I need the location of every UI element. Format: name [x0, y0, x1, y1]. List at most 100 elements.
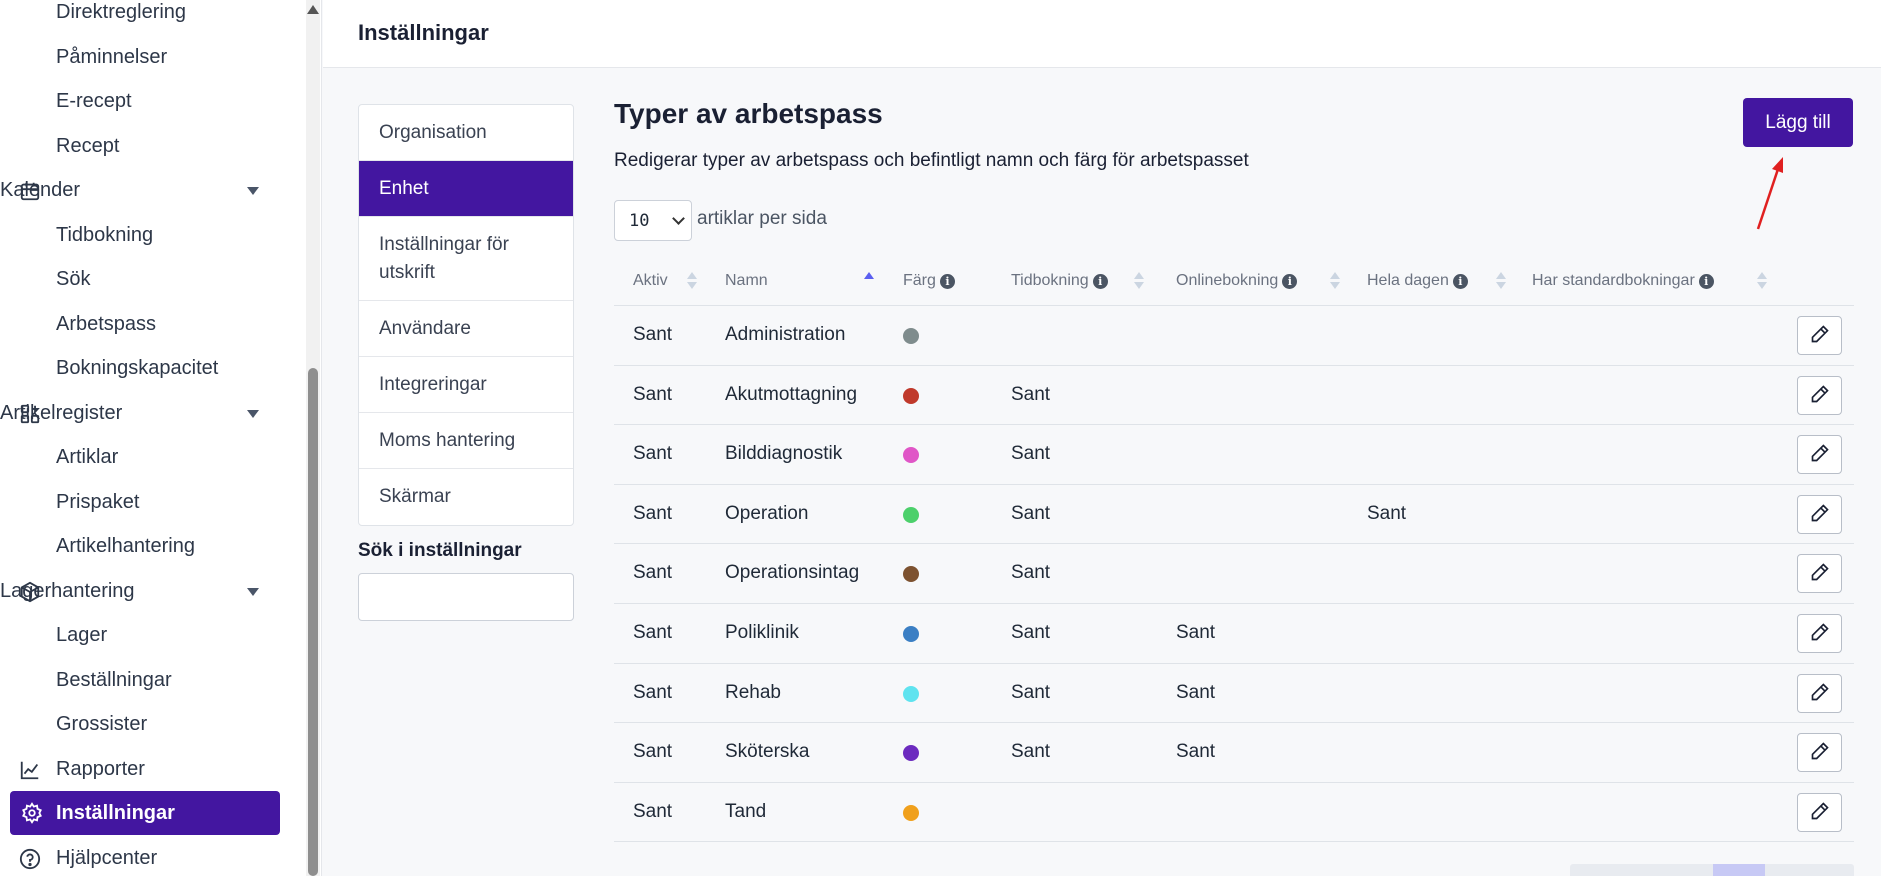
column-header[interactable]: Onlinebokning i: [1176, 272, 1298, 290]
sidebar-item-lagerhantering[interactable]: Lagerhantering: [0, 571, 300, 611]
apps-icon: [18, 402, 42, 426]
settings-search-input[interactable]: [358, 573, 574, 621]
settings-nav-item[interactable]: Organisation: [359, 105, 573, 161]
sidebar-item-hjälpcenter[interactable]: Hjälpcenter: [0, 838, 300, 876]
edit-button[interactable]: [1797, 792, 1842, 832]
sidebar-item-lager[interactable]: Lager: [0, 615, 300, 655]
edit-button[interactable]: [1797, 435, 1842, 475]
table-row: Sant Bilddiagnostik Sant: [614, 425, 1854, 485]
column-header[interactable]: Aktiv: [633, 272, 668, 290]
sort-icon[interactable]: [1496, 270, 1506, 292]
sort-icon[interactable]: [687, 270, 697, 292]
sidebar-item-direktreglering[interactable]: Direktreglering: [0, 0, 300, 32]
scrollbar-up-arrow-icon[interactable]: [306, 2, 320, 16]
sidebar-item-recept[interactable]: Recept: [0, 126, 300, 166]
sidebar-item-grossister[interactable]: Grossister: [0, 704, 300, 744]
table-row: Sant Tand: [614, 783, 1854, 843]
sidebar-item-inställningar[interactable]: Inställningar: [10, 791, 280, 835]
cell-tidbokning: Sant: [1011, 383, 1051, 405]
sidebar-item-tidbokning[interactable]: Tidbokning: [0, 215, 300, 255]
sidebar-item-arbetspass[interactable]: Arbetspass: [0, 304, 300, 344]
column-header[interactable]: Tidbokning i: [1011, 272, 1108, 290]
edit-button[interactable]: [1797, 375, 1842, 415]
color-swatch: [903, 566, 919, 583]
sidebar: Direktreglering Påminnelser E-recept Recept…: [0, 0, 322, 876]
column-header[interactable]: Färg i: [903, 272, 955, 290]
column-header[interactable]: Hela dagen i: [1367, 272, 1468, 290]
column-header[interactable]: Namn: [725, 272, 768, 290]
page-title: Inställningar: [358, 20, 489, 45]
section-title: Typer av arbetspass: [614, 98, 883, 129]
edit-button[interactable]: [1797, 494, 1842, 534]
edit-button[interactable]: [1797, 673, 1842, 713]
chevron-down-icon: [672, 212, 685, 225]
sidebar-item-label: Direktreglering: [56, 0, 187, 23]
settings-nav-label: Organisation: [379, 121, 487, 143]
settings-nav-item[interactable]: Skärmar: [359, 469, 573, 525]
edit-button[interactable]: [1797, 554, 1842, 594]
edit-button[interactable]: [1797, 316, 1842, 355]
info-icon[interactable]: i: [1452, 273, 1468, 289]
pagination-active-page[interactable]: [1713, 864, 1765, 876]
sidebar-item-beställningar[interactable]: Beställningar: [0, 660, 300, 700]
sidebar-scrollbar-thumb[interactable]: [308, 368, 318, 876]
sidebar-item-påminnelser[interactable]: Påminnelser: [0, 37, 300, 77]
sidebar-item-label: Inställningar: [56, 801, 175, 824]
sort-icon[interactable]: [1134, 270, 1144, 292]
edit-button[interactable]: [1797, 613, 1842, 653]
settings-search-label: Sök i inställningar: [358, 540, 522, 561]
sidebar-item-e-recept[interactable]: E-recept: [0, 81, 300, 121]
column-header-label: Onlinebokning: [1176, 272, 1279, 289]
cell-namn: Bilddiagnostik: [725, 443, 843, 465]
cell-aktiv: Sant: [633, 741, 673, 763]
sidebar-item-bokningskapacitet[interactable]: Bokningskapacitet: [0, 348, 300, 388]
sidebar-item-kalender[interactable]: Kalender: [0, 170, 300, 210]
sidebar-item-artikelhantering[interactable]: Artikelhantering: [0, 526, 300, 566]
column-header-label: Har standardbokningar: [1532, 272, 1695, 289]
package-icon: [18, 580, 42, 604]
cell-namn: Akutmottagning: [725, 383, 858, 405]
cell-aktiv: Sant: [633, 681, 673, 703]
settings-nav-item[interactable]: Enhet: [359, 161, 573, 217]
info-icon[interactable]: i: [939, 273, 955, 289]
caret-down-icon[interactable]: [247, 410, 259, 418]
sort-ascending-icon[interactable]: [864, 270, 874, 292]
sidebar-item-prispaket[interactable]: Prispaket: [0, 482, 300, 522]
gear-icon: [20, 801, 44, 825]
cell-tidbokning: Sant: [1011, 741, 1051, 763]
cell-aktiv: Sant: [633, 383, 673, 405]
chart-line-icon: [18, 758, 42, 782]
per-page-select[interactable]: 10: [614, 200, 692, 241]
sidebar-item-label: Recept: [56, 134, 120, 157]
caret-down-icon[interactable]: [247, 187, 259, 195]
info-icon[interactable]: i: [1698, 273, 1714, 289]
settings-nav-item[interactable]: Inställningar för utskrift: [359, 217, 573, 301]
add-button[interactable]: Lägg till: [1743, 98, 1853, 147]
shift-types-table: Aktiv Namn Färg i Tidbokning i Onlinebokning i H…: [614, 258, 1854, 843]
sidebar-item-rapporter[interactable]: Rapporter: [0, 749, 300, 789]
pagination: [1570, 864, 1854, 876]
sidebar-item-artiklar[interactable]: Artiklar: [0, 437, 300, 477]
settings-nav-label: Skärmar: [379, 486, 451, 507]
sidebar-item-artikelregister[interactable]: Artikelregister: [0, 393, 300, 433]
info-icon[interactable]: i: [1282, 273, 1298, 289]
settings-nav-item[interactable]: Moms hantering: [359, 413, 573, 469]
settings-nav-item[interactable]: Integreringar: [359, 357, 573, 413]
caret-down-icon[interactable]: [247, 588, 259, 596]
sidebar-item-sök[interactable]: Sök: [0, 259, 300, 299]
cell-onlinebokning: Sant: [1176, 741, 1216, 763]
pencil-icon: [1810, 562, 1830, 585]
sidebar-item-label: Sök: [56, 267, 91, 290]
cell-aktiv: Sant: [633, 324, 673, 345]
settings-nav-label: Användare: [379, 317, 471, 339]
cell-onlinebokning: Sant: [1176, 681, 1216, 703]
info-icon[interactable]: i: [1092, 273, 1108, 289]
sort-icon[interactable]: [1330, 270, 1340, 292]
pencil-icon: [1810, 741, 1830, 764]
cell-tidbokning: Sant: [1011, 502, 1051, 524]
column-header[interactable]: Har standardbokningar i: [1532, 272, 1714, 290]
settings-nav-item[interactable]: Användare: [359, 301, 573, 357]
edit-button[interactable]: [1797, 733, 1842, 773]
sort-icon[interactable]: [1757, 270, 1767, 292]
cell-aktiv: Sant: [633, 562, 673, 584]
